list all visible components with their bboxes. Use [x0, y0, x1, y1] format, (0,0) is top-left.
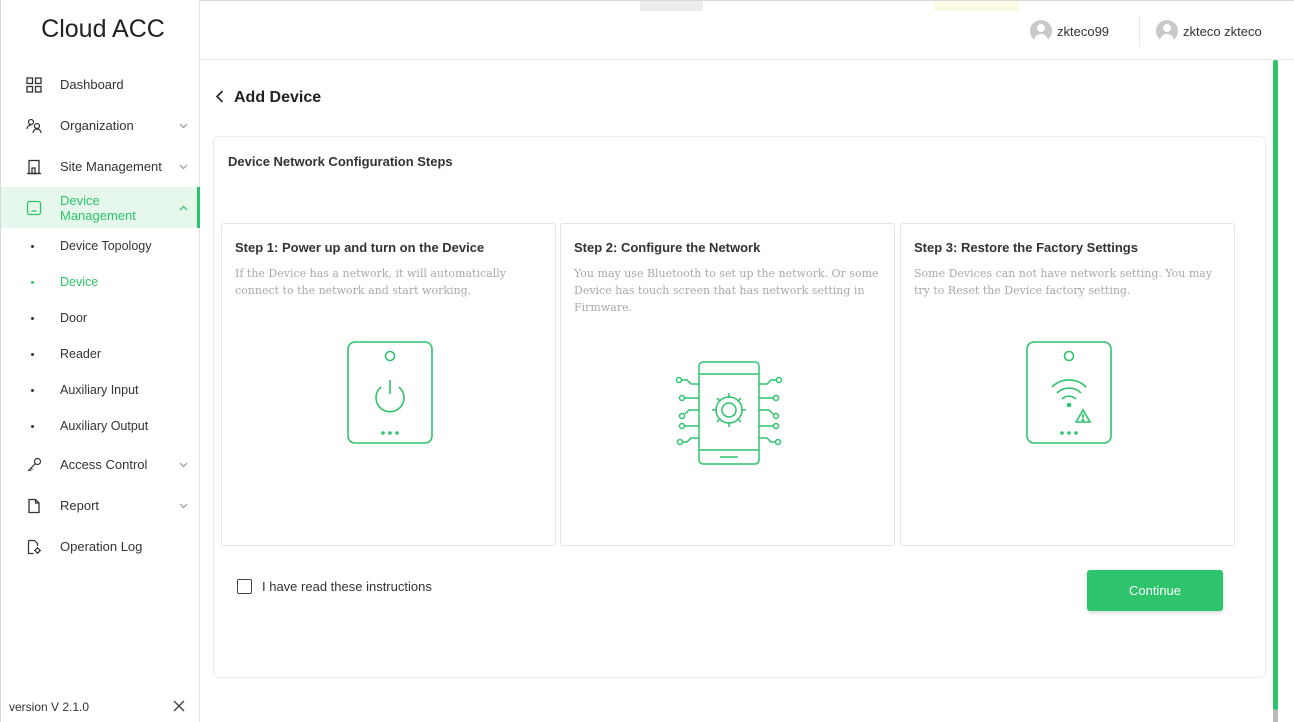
sidebar-item-site-management[interactable]: Site Management	[1, 146, 199, 187]
bullet-dot	[31, 388, 34, 392]
version-footer: version V 2.1.0	[9, 692, 199, 722]
sidebar-item-label: Operation Log	[60, 539, 143, 554]
panel-title: Device Network Configuration Steps	[228, 154, 453, 169]
sidebar-item-device-management[interactable]: Device Management	[1, 187, 200, 228]
sidebar-item-operation-log[interactable]: Operation Log	[1, 526, 199, 567]
user-menu-zkteco99[interactable]: zkteco99	[1030, 1, 1109, 61]
building-icon	[25, 158, 43, 176]
dashboard-icon	[25, 76, 43, 94]
organization-icon	[25, 117, 43, 135]
sidebar-subitem-label: Reader	[60, 347, 101, 361]
bullet-dot	[31, 352, 34, 356]
checkbox-label: I have read these instructions	[262, 579, 432, 594]
main-content: Add Device Device Network Configuration …	[200, 60, 1294, 722]
sidebar-item-label: Access Control	[60, 457, 148, 472]
avatar-icon	[1030, 20, 1052, 42]
bullet-dot	[31, 244, 34, 248]
configuration-panel: Device Network Configuration Steps Step …	[213, 136, 1266, 678]
chevron-up-icon	[177, 202, 189, 214]
sidebar-subitem-auxiliary-input[interactable]: Auxiliary Input	[1, 372, 199, 408]
chevron-down-icon	[177, 161, 189, 173]
sidebar-item-access-control[interactable]: Access Control	[1, 444, 199, 485]
read-instructions-checkbox[interactable]: I have read these instructions	[237, 579, 432, 594]
app-window: Cloud ACC Dashboard Organization Site Ma…	[0, 0, 1294, 722]
sidebar-item-label: Site Management	[60, 159, 162, 174]
step-description: If the Device has a network, it will aut…	[235, 267, 506, 297]
device-icon	[25, 199, 43, 217]
sidebar-subitem-label: Door	[60, 311, 88, 325]
phone-network-gear-icon	[561, 360, 896, 490]
top-decoration	[640, 1, 703, 11]
sidebar: Cloud ACC Dashboard Organization Site Ma…	[0, 0, 200, 722]
sidebar-subitem-reader[interactable]: Reader	[1, 336, 199, 372]
divider	[1139, 16, 1140, 46]
step-description: Some Devices can not have network settin…	[914, 267, 1213, 297]
chevron-down-icon	[177, 120, 189, 132]
sidebar-subitem-label: Auxiliary Input	[60, 383, 139, 397]
bullet-dot	[31, 280, 34, 284]
step-title: Step 1: Power up and turn on the Device	[235, 240, 485, 255]
sidebar-item-report[interactable]: Report	[1, 485, 199, 526]
page-title: Add Device	[234, 88, 322, 106]
step-description: You may use Bluetooth to set up the netw…	[574, 267, 879, 314]
step-title: Step 2: Configure the Network	[574, 240, 761, 255]
chevron-left-icon	[215, 87, 224, 108]
checkbox-box[interactable]	[237, 579, 252, 594]
user-name: zkteco zkteco	[1183, 23, 1262, 39]
chevron-down-icon	[177, 459, 189, 471]
sidebar-item-label: Device Management	[60, 192, 136, 223]
sidebar-subitem-label: Auxiliary Output	[60, 419, 149, 433]
user-menu-account[interactable]: zkteco zkteco	[1156, 1, 1262, 61]
top-decoration	[934, 1, 1019, 11]
back-button[interactable]: Add Device	[215, 87, 321, 108]
bullet-dot	[31, 424, 34, 428]
top-bar: zkteco99 zkteco zkteco	[200, 0, 1294, 60]
device-wifi-warning-icon	[901, 339, 1236, 469]
step-card-3: Step 3: Restore the Factory Settings Som…	[900, 223, 1235, 546]
sidebar-item-label: Dashboard	[60, 77, 124, 92]
sidebar-subitem-auxiliary-output[interactable]: Auxiliary Output	[1, 408, 199, 444]
sidebar-item-label: Report	[60, 498, 100, 513]
sidebar-subitem-door[interactable]: Door	[1, 300, 199, 336]
bullet-dot	[31, 316, 34, 320]
key-icon	[25, 456, 43, 474]
sidebar-subitem-label: Device	[60, 275, 99, 289]
chevron-down-icon	[177, 500, 189, 512]
sidebar-item-dashboard[interactable]: Dashboard	[1, 64, 199, 105]
file-gear-icon	[25, 538, 43, 556]
version-label: version V 2.1.0	[9, 700, 90, 714]
sidebar-subitem-label: Device Topology	[60, 239, 152, 253]
sidebar-item-organization[interactable]: Organization	[1, 105, 199, 146]
step-card-1: Step 1: Power up and turn on the Device …	[221, 223, 556, 546]
sidebar-subitem-device[interactable]: Device	[1, 264, 199, 300]
close-icon[interactable]	[173, 700, 185, 715]
document-icon	[25, 497, 43, 515]
sidebar-item-label: Organization	[60, 118, 134, 133]
avatar-icon	[1156, 20, 1178, 42]
user-name: zkteco99	[1057, 23, 1110, 39]
brand-logo: Cloud ACC	[41, 14, 165, 43]
step-title: Step 3: Restore the Factory Settings	[914, 240, 1138, 255]
step-card-2: Step 2: Configure the Network You may us…	[560, 223, 895, 546]
sidebar-subitem-device-topology[interactable]: Device Topology	[1, 228, 199, 264]
continue-button[interactable]: Continue	[1087, 570, 1223, 611]
device-power-icon	[222, 339, 557, 469]
